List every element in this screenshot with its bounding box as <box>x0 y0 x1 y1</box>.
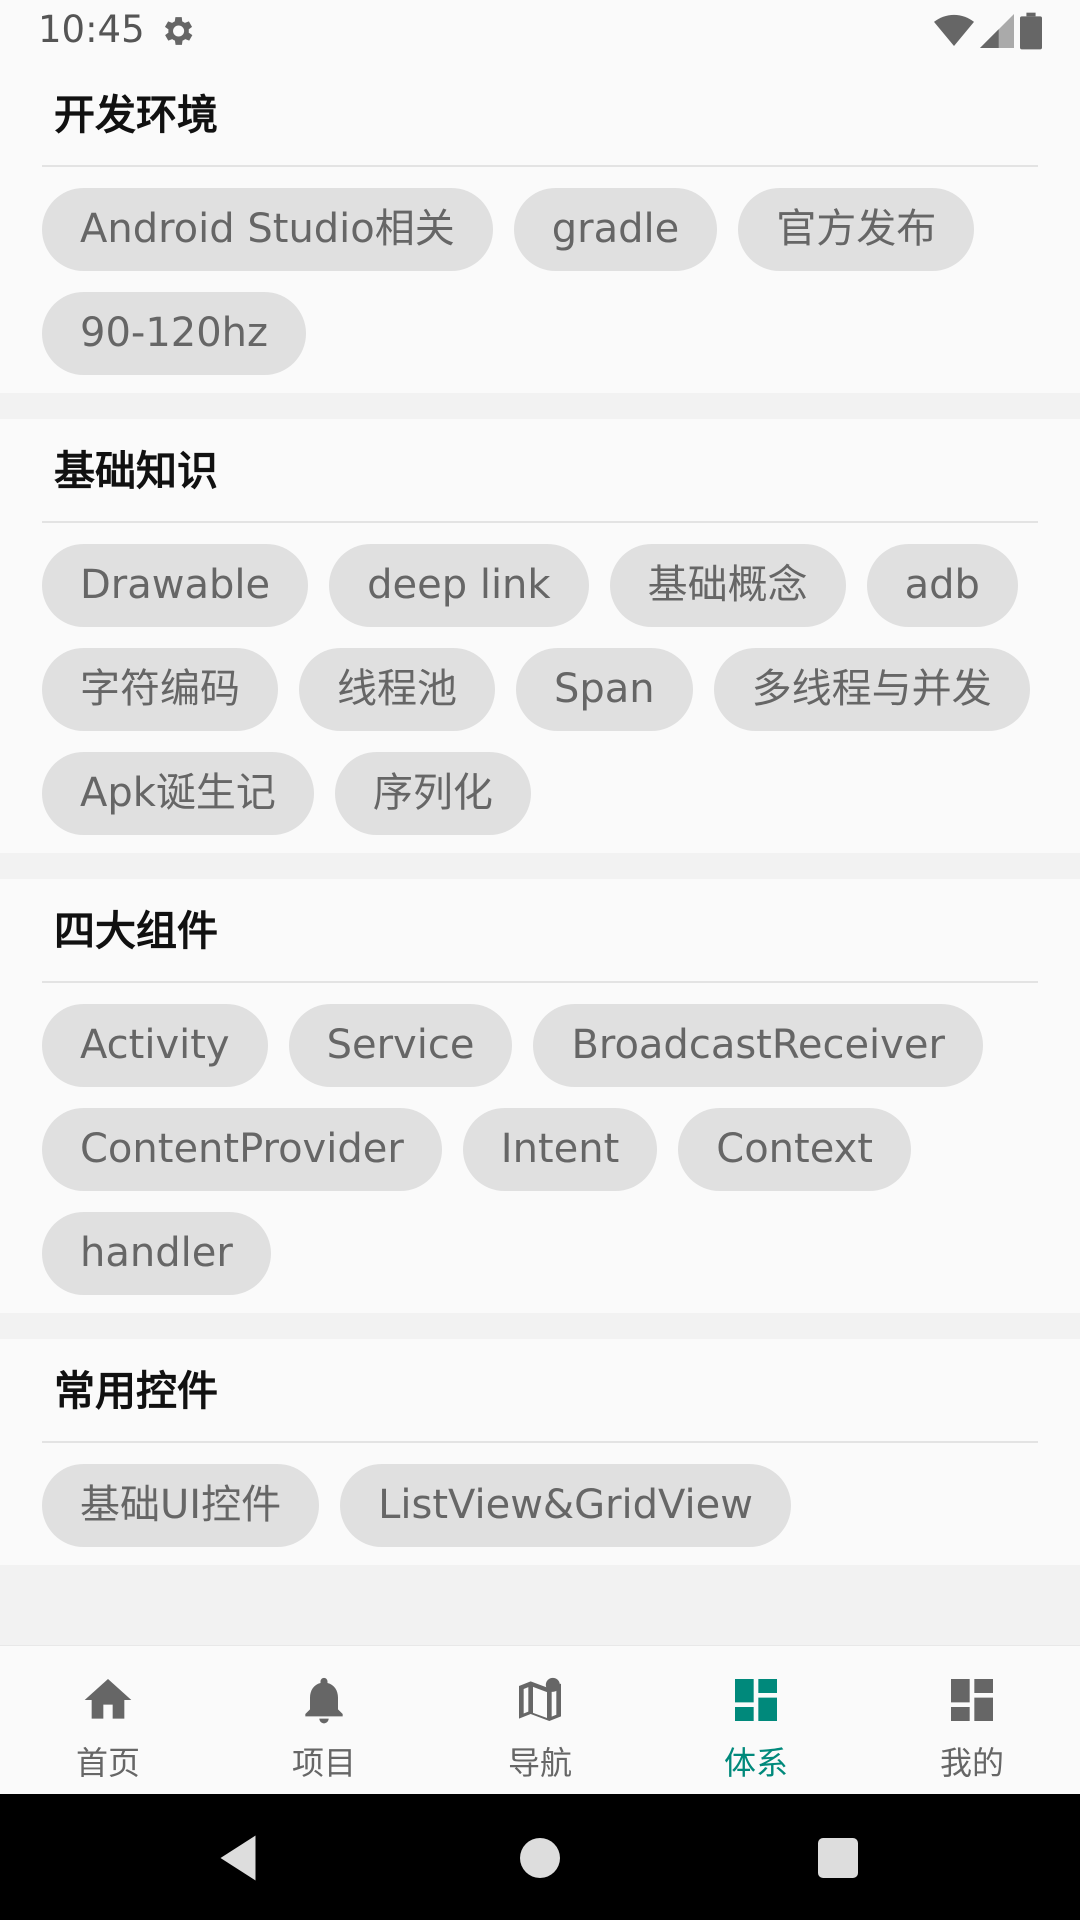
nav-label: 项目 <box>291 1744 356 1782</box>
content-list[interactable]: 开发环境 Android Studio相关 gradle 官方发布 90-120… <box>0 63 1080 1645</box>
chip[interactable]: Apk诞生记 <box>42 752 314 835</box>
signal-icon <box>980 14 1014 48</box>
nav-label: 首页 <box>75 1744 140 1782</box>
chip-group: 基础UI控件 ListView&GridView <box>42 1443 1038 1547</box>
dashboard-icon <box>735 1679 777 1721</box>
nav-projects[interactable]: 项目 <box>216 1646 432 1794</box>
chip[interactable]: 字符编码 <box>42 648 278 731</box>
nav-navigation[interactable]: 导航 <box>432 1646 648 1794</box>
section-basics: 基础知识 Drawable deep link 基础概念 adb 字符编码 线程… <box>0 419 1080 853</box>
chip[interactable]: BroadcastReceiver <box>533 1004 983 1087</box>
chip[interactable]: Service <box>288 1004 513 1087</box>
back-icon[interactable] <box>208 1828 268 1888</box>
chip[interactable]: Drawable <box>42 544 309 627</box>
chip[interactable]: Activity <box>42 1004 268 1087</box>
section-title[interactable]: 常用控件 <box>42 1339 1038 1443</box>
nav-label: 我的 <box>939 1744 1004 1782</box>
section-title[interactable]: 四大组件 <box>42 879 1038 983</box>
chip[interactable]: handler <box>42 1212 271 1295</box>
dashboard-icon <box>951 1679 993 1721</box>
section-widgets: 常用控件 基础UI控件 ListView&GridView <box>0 1339 1080 1565</box>
chip[interactable]: Intent <box>462 1108 658 1191</box>
system-navigation-bar <box>0 1794 1080 1920</box>
bottom-navigation: 首页 项目 导航 体系 我的 <box>0 1645 1080 1794</box>
chip[interactable]: 官方发布 <box>738 188 975 271</box>
wifi-icon <box>934 14 974 47</box>
battery-icon <box>1020 12 1042 50</box>
gear-icon <box>164 17 193 45</box>
map-icon <box>519 1677 561 1721</box>
chip[interactable]: ListView&GridView <box>340 1464 791 1547</box>
chip[interactable]: Android Studio相关 <box>42 188 493 271</box>
status-time: 10:45 <box>38 8 145 51</box>
chip-group: Activity Service BroadcastReceiver Conte… <box>42 983 1038 1295</box>
nav-mine[interactable]: 我的 <box>864 1646 1080 1794</box>
bell-icon <box>305 1677 343 1724</box>
nav-system[interactable]: 体系 <box>648 1646 864 1794</box>
chip[interactable]: 90-120hz <box>42 292 307 375</box>
section-title[interactable]: 基础知识 <box>42 419 1038 523</box>
nav-label: 体系 <box>723 1744 788 1782</box>
home-circle-icon[interactable] <box>510 1828 570 1888</box>
recents-icon[interactable] <box>808 1828 868 1888</box>
chip[interactable]: 序列化 <box>334 752 531 835</box>
home-icon <box>84 1679 132 1719</box>
chip[interactable]: 线程池 <box>299 648 495 731</box>
chip[interactable]: Context <box>678 1108 911 1191</box>
section-components: 四大组件 Activity Service BroadcastReceiver … <box>0 879 1080 1313</box>
status-bar: 10:45 <box>0 0 1080 63</box>
section-dev-env: 开发环境 Android Studio相关 gradle 官方发布 90-120… <box>0 63 1080 393</box>
chip[interactable]: 基础UI控件 <box>42 1464 320 1547</box>
chip[interactable]: deep link <box>329 544 589 627</box>
chip[interactable]: 基础概念 <box>609 544 846 627</box>
chip[interactable]: Span <box>516 648 693 731</box>
chip[interactable]: ContentProvider <box>42 1108 442 1191</box>
chip[interactable]: gradle <box>513 188 718 271</box>
chip[interactable]: adb <box>866 544 1018 627</box>
chip-group: Drawable deep link 基础概念 adb 字符编码 线程池 Spa… <box>42 523 1038 835</box>
nav-home[interactable]: 首页 <box>0 1646 216 1794</box>
nav-label: 导航 <box>507 1744 572 1782</box>
section-title[interactable]: 开发环境 <box>42 63 1038 167</box>
chip[interactable]: 多线程与并发 <box>713 648 1030 731</box>
chip-group: Android Studio相关 gradle 官方发布 90-120hz <box>42 167 1038 375</box>
